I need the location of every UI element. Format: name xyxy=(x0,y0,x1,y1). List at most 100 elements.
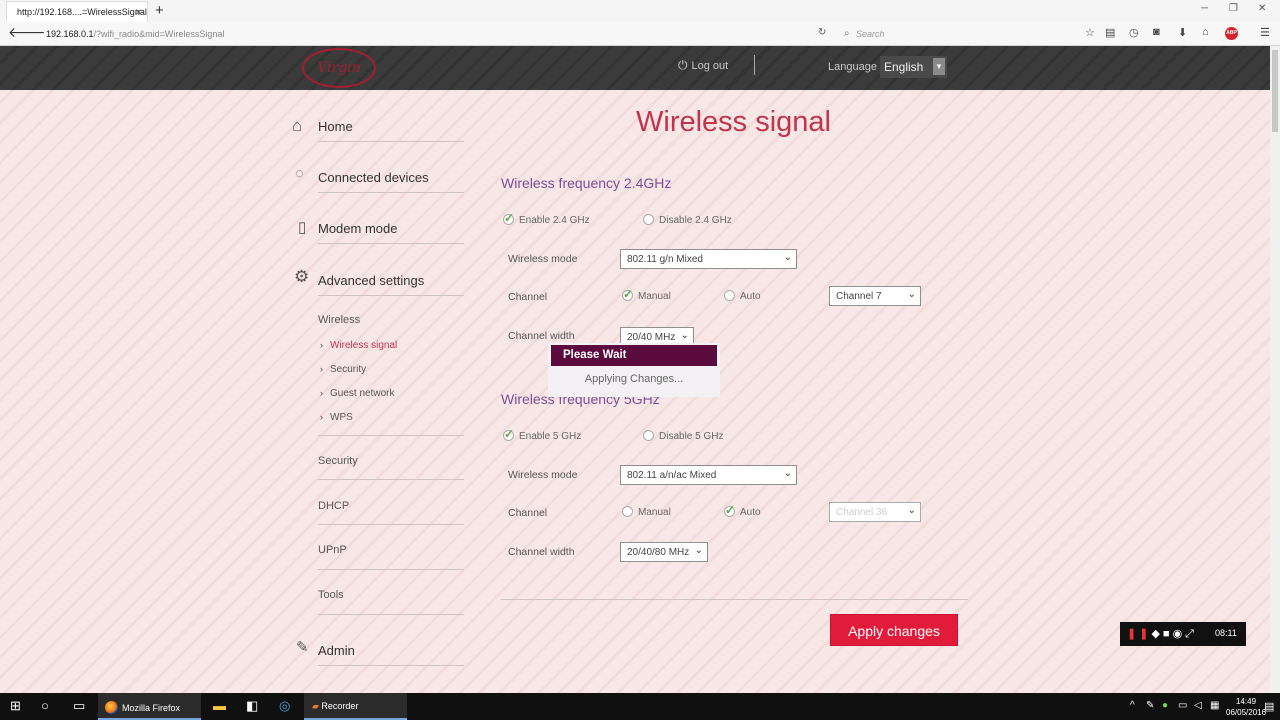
router-page: Virgin ⏻ Log out Language English ▼ ⌂ Hom… xyxy=(0,46,1270,693)
close-window-button[interactable]: ✕ xyxy=(1258,3,1266,14)
radio-checked-icon xyxy=(503,211,514,225)
devices-icon: ◌ xyxy=(295,165,304,182)
pause-icon[interactable]: ❚❚ xyxy=(1127,628,1151,640)
scrollbar-thumb[interactable] xyxy=(1272,50,1278,132)
divider xyxy=(318,243,464,244)
history-icon[interactable]: ◷ xyxy=(1129,26,1139,39)
radio-checked-icon xyxy=(622,287,633,301)
divider xyxy=(318,192,464,193)
radio-unchecked-icon xyxy=(643,430,654,441)
section-title-2-4ghz: Wireless frequency 2.4GHz xyxy=(501,175,672,191)
tray-app-icon-2[interactable]: ● xyxy=(1162,700,1168,711)
fullscreen-icon[interactable]: ⤢ xyxy=(1185,628,1197,640)
chevron-down-icon: ▼ xyxy=(933,58,945,75)
new-tab-button[interactable]: + xyxy=(155,2,164,19)
app-icon[interactable]: ◎ xyxy=(279,698,290,714)
page-title: Wireless signal xyxy=(636,106,831,138)
menu-icon[interactable]: ☰ xyxy=(1260,26,1270,39)
sidebar-item-security[interactable]: Security xyxy=(318,455,358,467)
windows-taskbar: ⊞ ○ ▭ Mozilla Firefox ▬ ◧ ◎ ▰ Recorder ^… xyxy=(0,693,1280,720)
divider xyxy=(318,614,464,615)
page-scrollbar[interactable] xyxy=(1270,46,1280,693)
sidebar-item-tools[interactable]: Tools xyxy=(318,589,344,601)
channel-manual-radio-2-4ghz[interactable]: Manual xyxy=(622,287,671,302)
volume-icon[interactable]: ◁ xyxy=(1194,700,1202,711)
pocket-icon[interactable]: ◙ xyxy=(1153,26,1160,38)
network-icon[interactable]: ▭ xyxy=(1178,700,1187,711)
cortana-icon[interactable]: ○ xyxy=(41,698,49,713)
enable-2-4ghz-radio[interactable]: Enable 2.4 GHz xyxy=(503,211,590,226)
url-bar[interactable]: 192.168.0.1/?wifi_radio&mid=WirelessSign… xyxy=(30,25,833,43)
sidebar-item-wireless[interactable]: Wireless xyxy=(318,314,360,326)
browser-tab-bar: http://192.168....=WirelessSignal × + ─ … xyxy=(0,0,1280,22)
wireless-mode-select-5ghz[interactable]: 802.11 a/n/ac Mixed ⌄ xyxy=(620,465,797,485)
modem-icon: ▯ xyxy=(298,219,307,236)
sidebar-item-modem-mode[interactable]: Modem mode xyxy=(318,221,397,236)
sidebar-item-admin[interactable]: Admin xyxy=(318,643,355,658)
sidebar-item-dhcp[interactable]: DHCP xyxy=(318,500,349,512)
sidebar-item-wireless-security[interactable]: › Security xyxy=(320,364,366,375)
bookmark-star-icon[interactable]: ☆ xyxy=(1085,26,1095,39)
sidebar-item-guest-network[interactable]: › Guest network xyxy=(320,388,394,399)
sidebar-item-home[interactable]: Home xyxy=(318,119,353,134)
taskbar-firefox[interactable]: Mozilla Firefox xyxy=(98,693,201,720)
channel-width-select-5ghz[interactable]: 20/40/80 MHz ⌄ xyxy=(620,542,708,562)
home-toolbar-icon[interactable]: ⌂ xyxy=(1202,26,1209,38)
logout-button[interactable]: ⏻ Log out xyxy=(678,58,728,73)
minimize-button[interactable]: ─ xyxy=(1201,3,1208,14)
windows-start-icon[interactable]: ⊞ xyxy=(10,698,21,714)
tray-chevron-icon[interactable]: ^ xyxy=(1130,700,1135,711)
file-explorer-icon[interactable]: ▬ xyxy=(213,698,226,713)
tab-title: http://192.168....=WirelessSignal xyxy=(17,7,147,17)
recorder-widget: ❚❚◆■◉⤢ 08:11 xyxy=(1120,622,1246,646)
virgin-logo[interactable]: Virgin xyxy=(302,48,376,88)
sidebar-item-upnp[interactable]: UPnP xyxy=(318,544,347,556)
taskbar-clock[interactable]: 14:49 06/05/2016 xyxy=(1226,696,1266,718)
enable-5ghz-radio[interactable]: Enable 5 GHz xyxy=(503,427,581,442)
sidebar-item-wireless-signal[interactable]: › Wireless signal xyxy=(320,340,397,351)
language-value: English xyxy=(884,60,924,74)
channel-select-2-4ghz[interactable]: Channel 7 ⌄ xyxy=(829,286,921,306)
pencil-icon: ✎ xyxy=(296,639,309,656)
search-input[interactable]: ⌕ Search xyxy=(840,25,1072,43)
restore-button[interactable]: ❐ xyxy=(1229,3,1238,14)
notifications-icon[interactable]: ▤ xyxy=(1264,700,1274,713)
language-select[interactable]: English ▼ xyxy=(880,56,947,78)
divider xyxy=(318,665,464,666)
store-icon[interactable]: ◧ xyxy=(246,698,258,714)
tray-app-icon[interactable]: ✎ xyxy=(1146,700,1154,711)
adblock-icon[interactable]: ABP xyxy=(1225,27,1238,40)
task-view-icon[interactable]: ▭ xyxy=(73,698,85,714)
tag-icon[interactable]: ◆ xyxy=(1151,628,1162,640)
taskbar-recorder[interactable]: ▰ Recorder xyxy=(304,693,407,720)
keyboard-icon[interactable]: ▦ xyxy=(1210,700,1219,711)
logout-label: Log out xyxy=(691,60,729,72)
chevron-right-icon: › xyxy=(320,340,323,350)
radio-checked-icon xyxy=(503,427,514,441)
apply-changes-button[interactable]: Apply changes xyxy=(830,614,958,646)
header-divider xyxy=(754,55,755,75)
recorder-controls[interactable]: ❚❚◆■◉⤢ xyxy=(1127,627,1197,641)
chevron-down-icon: ⌄ xyxy=(907,505,916,516)
browser-tab[interactable]: http://192.168....=WirelessSignal × xyxy=(6,1,148,22)
site-header: Virgin ⏻ Log out Language English ▼ xyxy=(0,46,1270,90)
reload-icon[interactable]: ↻ xyxy=(818,27,826,38)
please-wait-dialog: Please Wait Applying Changes... xyxy=(548,343,720,397)
sidebar-item-connected-devices[interactable]: Connected devices xyxy=(318,170,429,185)
channel-auto-radio-5ghz[interactable]: Auto xyxy=(724,503,761,518)
sidebar-item-advanced-settings[interactable]: Advanced settings xyxy=(318,273,424,288)
firefox-icon xyxy=(105,701,118,714)
channel-manual-radio-5ghz[interactable]: Manual xyxy=(622,506,671,518)
download-icon[interactable]: ⬇ xyxy=(1178,26,1187,39)
disable-5ghz-radio[interactable]: Disable 5 GHz xyxy=(643,430,723,442)
camera-icon[interactable]: ◉ xyxy=(1173,628,1186,640)
chevron-right-icon: › xyxy=(320,412,323,422)
reading-list-icon[interactable]: ▤ xyxy=(1105,26,1115,39)
tab-close-icon[interactable]: × xyxy=(135,5,142,19)
wireless-mode-select-2-4ghz[interactable]: 802.11 g/n Mixed ⌄ xyxy=(620,249,797,269)
stop-icon[interactable]: ■ xyxy=(1163,628,1173,640)
sidebar-item-wps[interactable]: › WPS xyxy=(320,412,353,423)
channel-auto-radio-2-4ghz[interactable]: Auto xyxy=(724,290,761,302)
channel-width-label: Channel width xyxy=(508,546,575,558)
disable-2-4ghz-radio[interactable]: Disable 2.4 GHz xyxy=(643,214,732,226)
